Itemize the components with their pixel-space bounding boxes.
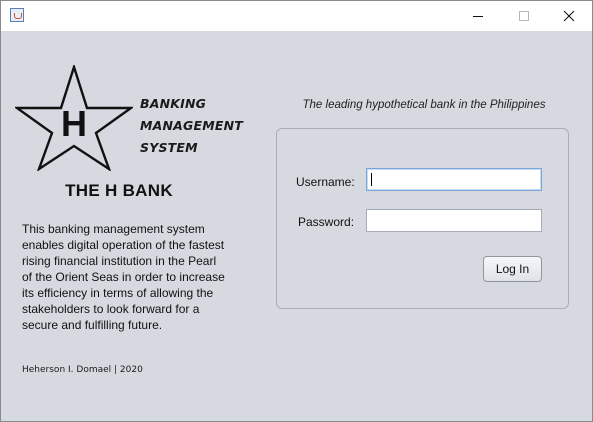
title-bar[interactable] xyxy=(1,1,592,31)
bank-name: THE H BANK xyxy=(65,181,173,200)
maximize-icon xyxy=(519,11,529,21)
star-logo-icon: H xyxy=(15,65,133,171)
close-icon xyxy=(563,10,575,22)
password-label: Password: xyxy=(298,215,355,229)
tagline: The leading hypothetical bank in the Phi… xyxy=(302,99,546,111)
username-label: Username: xyxy=(296,175,355,189)
close-button[interactable] xyxy=(546,1,592,31)
app-window: H BANKING MANAGEMENT SYSTEM THE H BANK T… xyxy=(0,0,593,422)
java-app-icon[interactable] xyxy=(10,8,24,22)
minimize-button[interactable] xyxy=(455,1,501,31)
author-credit: Heherson I. Domael | 2020 xyxy=(22,365,143,375)
system-name: BANKING MANAGEMENT SYSTEM xyxy=(140,93,243,159)
text-caret xyxy=(371,173,372,186)
maximize-button[interactable] xyxy=(501,1,547,31)
system-name-line: MANAGEMENT xyxy=(140,118,244,133)
minimize-icon xyxy=(473,16,483,17)
username-input[interactable] xyxy=(366,168,542,191)
logo-letter: H xyxy=(61,103,87,144)
login-panel: Username: Password: Log In xyxy=(276,128,569,309)
system-name-line: BANKING xyxy=(140,96,207,111)
login-button[interactable]: Log In xyxy=(483,256,542,282)
main-content: H BANKING MANAGEMENT SYSTEM THE H BANK T… xyxy=(1,31,592,421)
system-name-line: SYSTEM xyxy=(140,140,198,155)
password-input[interactable] xyxy=(366,209,542,232)
description-text: This banking management system enables d… xyxy=(22,222,225,332)
